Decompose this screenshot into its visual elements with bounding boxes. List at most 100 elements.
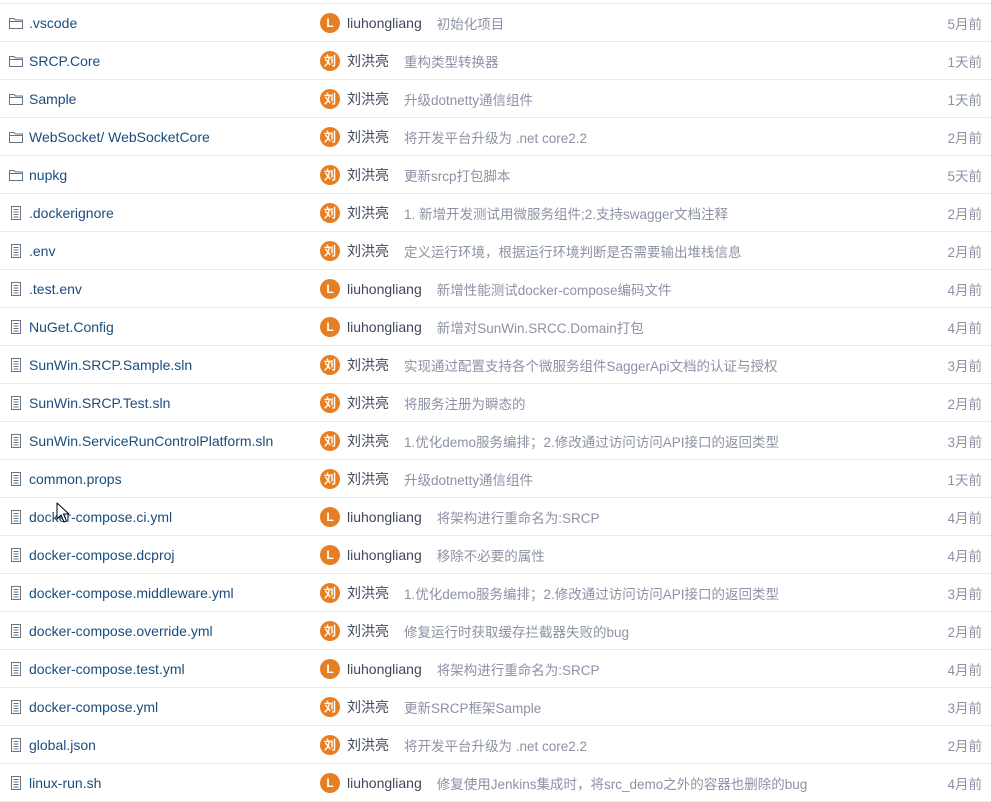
avatar[interactable]: 刘 xyxy=(320,88,340,109)
file-link[interactable]: docker-compose.test.yml xyxy=(29,661,185,677)
commit-message[interactable]: 定义运行环境，根据运行环境判断是否需要输出堆栈信息 xyxy=(404,241,742,261)
commit-author[interactable]: liuhongliang xyxy=(347,281,422,297)
file-link[interactable]: global.json xyxy=(29,737,96,753)
file-row: docker-compose.middleware.yml 刘刘洪亮 1.优化dem… xyxy=(0,574,991,612)
file-link[interactable]: linux-run.sh xyxy=(29,775,101,791)
commit-message[interactable]: 将服务注册为瞬态的 xyxy=(404,393,526,413)
folder-icon xyxy=(8,91,24,107)
avatar[interactable]: 刘 xyxy=(320,126,340,147)
folder-link[interactable]: Sample xyxy=(29,91,76,107)
commit-message[interactable]: 1. 新增开发测试用微服务组件;2.支持swagger文档注释 xyxy=(404,203,728,223)
commit-author[interactable]: liuhongliang xyxy=(347,547,422,563)
commit-message[interactable]: 1.优化demo服务编排；2.修改通过访问访问API接口的返回类型 xyxy=(404,583,779,603)
commit-time: 2月前 xyxy=(947,738,982,754)
avatar[interactable]: 刘 xyxy=(320,202,340,223)
commit-author[interactable]: 刘洪亮 xyxy=(347,203,389,223)
commit-cell: Lliuhongliang 新增性能测试docker-compose编码文件 xyxy=(320,278,991,299)
file-link[interactable]: SunWin.ServiceRunControlPlatform.sln xyxy=(29,433,273,449)
avatar[interactable]: 刘 xyxy=(320,620,340,641)
file-link[interactable]: NuGet.Config xyxy=(29,319,114,335)
file-name-cell: docker-compose.yml xyxy=(0,699,320,715)
commit-author[interactable]: 刘洪亮 xyxy=(347,583,389,603)
file-link[interactable]: .test.env xyxy=(29,281,82,297)
avatar[interactable]: L xyxy=(320,278,340,299)
avatar[interactable]: L xyxy=(320,772,340,793)
avatar[interactable]: 刘 xyxy=(320,734,340,755)
avatar[interactable]: L xyxy=(320,316,340,337)
commit-message[interactable]: 移除不必要的属性 xyxy=(437,545,545,565)
avatar[interactable]: L xyxy=(320,544,340,565)
commit-author[interactable]: 刘洪亮 xyxy=(347,735,389,755)
commit-message[interactable]: 重构类型转换器 xyxy=(404,51,499,71)
commit-time: 3月前 xyxy=(947,358,982,374)
commit-author[interactable]: liuhongliang xyxy=(347,661,422,677)
commit-author[interactable]: liuhongliang xyxy=(347,319,422,335)
file-name-cell: common.props xyxy=(0,471,320,487)
commit-cell: Lliuhongliang 新增对SunWin.SRCC.Domain打包 xyxy=(320,316,991,337)
commit-message[interactable]: 1.优化demo服务编排；2.修改通过访问访问API接口的返回类型 xyxy=(404,431,779,451)
commit-message[interactable]: 将开发平台升级为 .net core2.2 xyxy=(404,127,587,147)
commit-message[interactable]: 新增性能测试docker-compose编码文件 xyxy=(437,279,672,299)
commit-message[interactable]: 将架构进行重命名为:SRCP xyxy=(437,659,600,679)
folder-link[interactable]: .vscode xyxy=(29,15,77,31)
commit-author[interactable]: liuhongliang xyxy=(347,775,422,791)
commit-message[interactable]: 更新SRCP框架Sample xyxy=(404,697,541,717)
file-link[interactable]: docker-compose.override.yml xyxy=(29,623,213,639)
folder-link[interactable]: nupkg xyxy=(29,167,67,183)
avatar[interactable]: 刘 xyxy=(320,430,340,451)
file-link[interactable]: docker-compose.ci.yml xyxy=(29,509,172,525)
commit-author[interactable]: 刘洪亮 xyxy=(347,89,389,109)
avatar[interactable]: 刘 xyxy=(320,696,340,717)
commit-message[interactable]: 将开发平台升级为 .net core2.2 xyxy=(404,735,587,755)
commit-message[interactable]: 更新srcp打包脚本 xyxy=(404,165,511,185)
file-link[interactable]: .env xyxy=(29,243,55,259)
avatar[interactable]: 刘 xyxy=(320,582,340,603)
folder-link[interactable]: WebSocket/ WebSocketCore xyxy=(29,129,210,145)
commit-message[interactable]: 初始化项目 xyxy=(437,13,505,33)
file-link[interactable]: .dockerignore xyxy=(29,205,114,221)
avatar[interactable]: 刘 xyxy=(320,392,340,413)
commit-author[interactable]: 刘洪亮 xyxy=(347,165,389,185)
file-icon xyxy=(8,243,24,259)
avatar[interactable]: 刘 xyxy=(320,164,340,185)
file-link[interactable]: docker-compose.dcproj xyxy=(29,547,175,563)
avatar[interactable]: 刘 xyxy=(320,50,340,71)
avatar[interactable]: 刘 xyxy=(320,240,340,261)
commit-author[interactable]: 刘洪亮 xyxy=(347,469,389,489)
commit-cell: 刘刘洪亮 将服务注册为瞬态的 xyxy=(320,392,991,413)
commit-time: 2月前 xyxy=(947,624,982,640)
file-name-cell: .vscode xyxy=(0,15,320,31)
commit-author[interactable]: liuhongliang xyxy=(347,15,422,31)
commit-message[interactable]: 实现通过配置支持各个微服务组件SaggerApi文档的认证与授权 xyxy=(404,355,778,375)
commit-author[interactable]: 刘洪亮 xyxy=(347,241,389,261)
file-link[interactable]: common.props xyxy=(29,471,122,487)
commit-author[interactable]: 刘洪亮 xyxy=(347,697,389,717)
avatar[interactable]: L xyxy=(320,658,340,679)
commit-time: 4月前 xyxy=(947,510,982,526)
commit-message[interactable]: 升级dotnetty通信组件 xyxy=(404,469,533,489)
commit-author[interactable]: liuhongliang xyxy=(347,509,422,525)
avatar[interactable]: 刘 xyxy=(320,354,340,375)
commit-author[interactable]: 刘洪亮 xyxy=(347,51,389,71)
commit-author[interactable]: 刘洪亮 xyxy=(347,621,389,641)
file-link[interactable]: SunWin.SRCP.Sample.sln xyxy=(29,357,192,373)
commit-message[interactable]: 修复使用Jenkins集成时，将src_demo之外的容器也删除的bug xyxy=(437,773,808,793)
file-icon xyxy=(8,737,24,753)
commit-author[interactable]: 刘洪亮 xyxy=(347,431,389,451)
commit-author[interactable]: 刘洪亮 xyxy=(347,127,389,147)
commit-message[interactable]: 升级dotnetty通信组件 xyxy=(404,89,533,109)
avatar[interactable]: L xyxy=(320,506,340,527)
commit-message[interactable]: 修复运行时获取缓存拦截器失败的bug xyxy=(404,621,629,641)
commit-author[interactable]: 刘洪亮 xyxy=(347,355,389,375)
commit-author[interactable]: 刘洪亮 xyxy=(347,393,389,413)
file-link[interactable]: docker-compose.middleware.yml xyxy=(29,585,234,601)
file-list: .vscode Lliuhongliang 初始化项目 5月前 SRCP.Core 刘刘洪… xyxy=(0,3,991,802)
commit-message[interactable]: 新增对SunWin.SRCC.Domain打包 xyxy=(437,317,644,337)
commit-message[interactable]: 将架构进行重命名为:SRCP xyxy=(437,507,600,527)
folder-link[interactable]: SRCP.Core xyxy=(29,53,100,69)
avatar[interactable]: L xyxy=(320,12,340,33)
avatar[interactable]: 刘 xyxy=(320,468,340,489)
file-name-cell: SunWin.SRCP.Test.sln xyxy=(0,395,320,411)
file-link[interactable]: docker-compose.yml xyxy=(29,699,158,715)
file-link[interactable]: SunWin.SRCP.Test.sln xyxy=(29,395,170,411)
